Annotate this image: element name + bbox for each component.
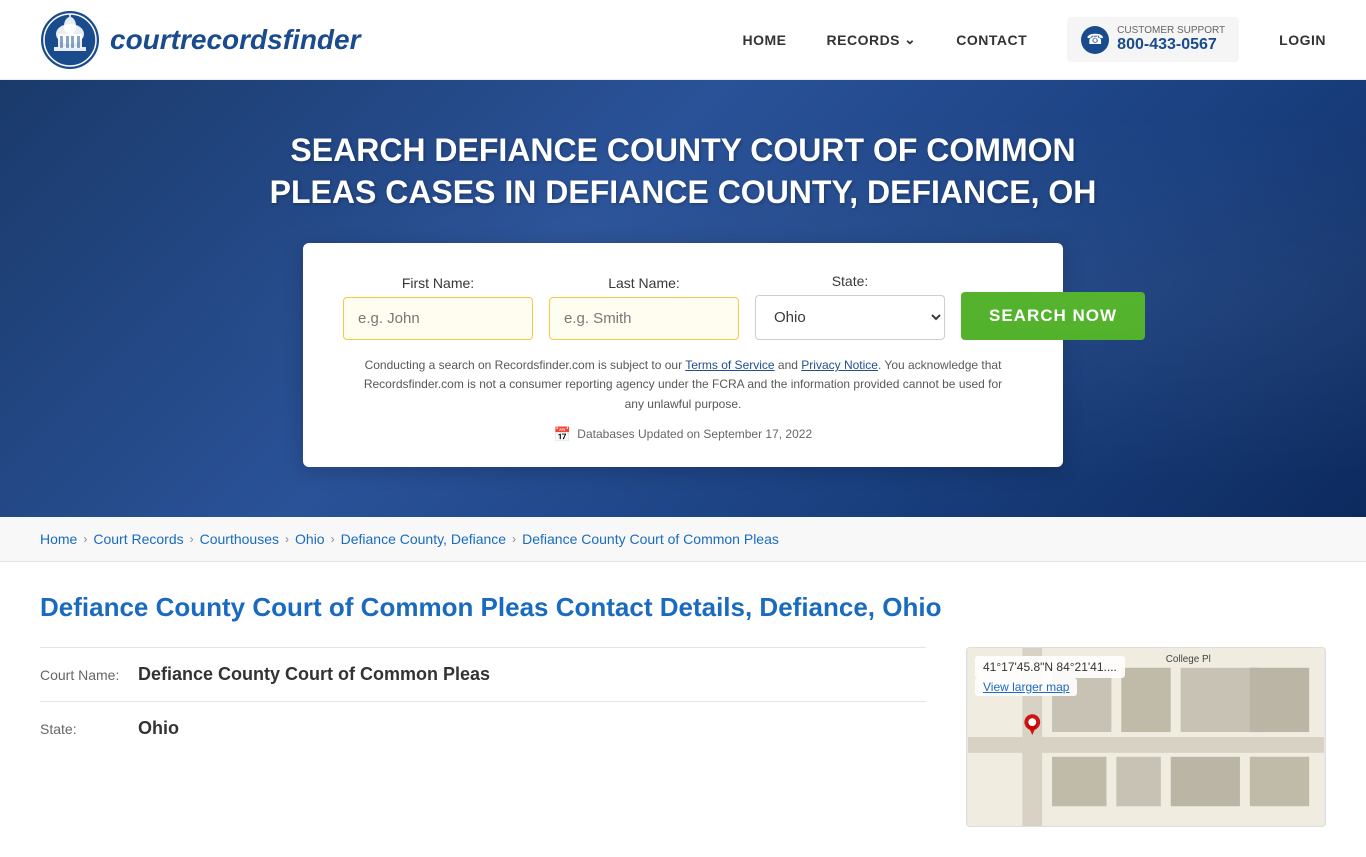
nav-records[interactable]: RECORDS ⌄ <box>827 31 917 48</box>
nav-contact[interactable]: CONTACT <box>956 32 1027 48</box>
breadcrumb-sep-2: › <box>190 532 194 546</box>
nav-home[interactable]: HOME <box>743 32 787 48</box>
state-info-label: State: <box>40 721 130 737</box>
hero-section: SEARCH DEFIANCE COUNTY COURT OF COMMON P… <box>0 80 1366 517</box>
map-coords: 41°17'45.8"N 84°21'41.... <box>975 656 1125 678</box>
breadcrumb-current: Defiance County Court of Common Pleas <box>522 531 779 547</box>
breadcrumb-courthouses[interactable]: Courthouses <box>200 531 279 547</box>
svg-text:College Pl: College Pl <box>1166 654 1211 665</box>
last-name-group: Last Name: <box>549 275 739 340</box>
search-button[interactable]: SEARCH NOW <box>961 292 1145 340</box>
info-panel: Court Name: Defiance County Court of Com… <box>40 647 926 827</box>
breadcrumb-home[interactable]: Home <box>40 531 77 547</box>
headphone-icon: ☎ <box>1081 26 1109 54</box>
breadcrumb-defiance-county[interactable]: Defiance County, Defiance <box>341 531 507 547</box>
first-name-label: First Name: <box>343 275 533 291</box>
state-label: State: <box>755 273 945 289</box>
main-content: Defiance County Court of Common Pleas Co… <box>0 562 1366 857</box>
terms-text: Conducting a search on Recordsfinder.com… <box>353 356 1013 414</box>
logo-link[interactable]: courtrecordsfinder <box>40 10 361 70</box>
chevron-down-icon: ⌄ <box>904 31 916 48</box>
first-name-input[interactable] <box>343 297 533 340</box>
site-header: courtrecordsfinder HOME RECORDS ⌄ CONTAC… <box>0 0 1366 80</box>
hero-title: SEARCH DEFIANCE COUNTY COURT OF COMMON P… <box>233 130 1133 213</box>
nav-login[interactable]: LOGIN <box>1279 32 1326 48</box>
state-row: State: Ohio <box>40 701 926 755</box>
court-name-value: Defiance County Court of Common Pleas <box>138 664 490 685</box>
breadcrumb-sep-5: › <box>512 532 516 546</box>
logo-icon <box>40 10 100 70</box>
search-box: First Name: Last Name: State: Ohio Alaba… <box>303 243 1063 467</box>
terms-of-service-link[interactable]: Terms of Service <box>685 358 774 372</box>
court-name-label: Court Name: <box>40 667 130 683</box>
db-updated: 📅 Databases Updated on September 17, 202… <box>343 426 1023 443</box>
state-info-value: Ohio <box>138 718 179 739</box>
main-nav: HOME RECORDS ⌄ CONTACT ☎ CUSTOMER SUPPOR… <box>743 17 1326 62</box>
first-name-group: First Name: <box>343 275 533 340</box>
breadcrumb-sep-4: › <box>331 532 335 546</box>
last-name-input[interactable] <box>549 297 739 340</box>
support-label: CUSTOMER SUPPORT <box>1117 25 1225 36</box>
map-panel: College Pl 41°17'45.8"N 84°21'41.... Vie… <box>966 647 1326 827</box>
map-container: College Pl 41°17'45.8"N 84°21'41.... Vie… <box>966 647 1326 827</box>
state-group: State: Ohio Alabama Alaska Arizona Calif… <box>755 273 945 340</box>
search-fields: First Name: Last Name: State: Ohio Alaba… <box>343 273 1023 340</box>
map-view-larger[interactable]: View larger map <box>975 678 1077 696</box>
breadcrumb-sep-1: › <box>83 532 87 546</box>
breadcrumb: Home › Court Records › Courthouses › Ohi… <box>0 517 1366 562</box>
state-select[interactable]: Ohio Alabama Alaska Arizona California C… <box>755 295 945 340</box>
breadcrumb-court-records[interactable]: Court Records <box>93 531 183 547</box>
last-name-label: Last Name: <box>549 275 739 291</box>
support-text: CUSTOMER SUPPORT 800-433-0567 <box>1117 25 1225 54</box>
court-name-row: Court Name: Defiance County Court of Com… <box>40 647 926 701</box>
logo-text: courtrecordsfinder <box>110 24 361 56</box>
content-grid: Court Name: Defiance County Court of Com… <box>40 647 1326 827</box>
support-phone: 800-433-0567 <box>1117 36 1225 54</box>
calendar-icon: 📅 <box>554 426 571 443</box>
privacy-notice-link[interactable]: Privacy Notice <box>801 358 878 372</box>
breadcrumb-sep-3: › <box>285 532 289 546</box>
breadcrumb-ohio[interactable]: Ohio <box>295 531 325 547</box>
support-area[interactable]: ☎ CUSTOMER SUPPORT 800-433-0567 <box>1067 17 1239 62</box>
section-title: Defiance County Court of Common Pleas Co… <box>40 592 1326 623</box>
